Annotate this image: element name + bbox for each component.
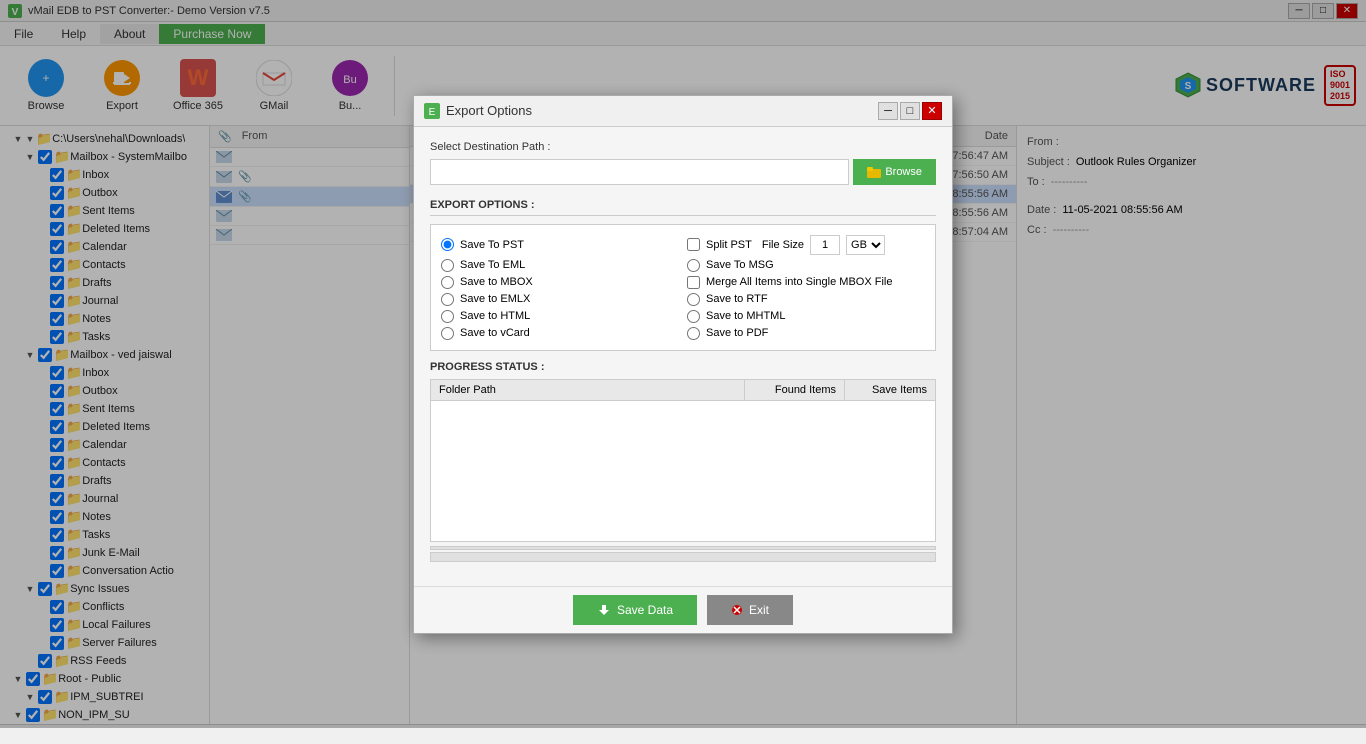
option-save-mhtml[interactable]: Save to MHTML (687, 310, 925, 323)
exit-label: Exit (749, 603, 769, 617)
option-save-pdf[interactable]: Save to PDF (687, 327, 925, 340)
destination-path-input[interactable] (430, 159, 849, 185)
export-icon: E (424, 103, 440, 119)
option-save-emlx[interactable]: Save to EMLX (441, 293, 679, 306)
progress-section: PROGRESS STATUS : Folder Path Found Item… (430, 361, 936, 562)
export-options-grid: Save To PST Split PST File Size GB MB (430, 224, 936, 351)
progress-table: Folder Path Found Items Save Items (430, 379, 936, 542)
checkbox-merge-mbox[interactable] (687, 276, 700, 289)
modal-maximize-button[interactable]: □ (900, 102, 920, 120)
export-options-section: EXPORT OPTIONS : Save To PST Split PST F… (430, 199, 936, 351)
save-items-header: Save Items (845, 380, 935, 400)
radio-save-pst[interactable] (441, 238, 454, 251)
modal-window-controls[interactable]: ─ □ ✕ (878, 102, 942, 120)
split-pst-option: Split PST File Size GB MB (687, 235, 925, 255)
folder-path-header: Folder Path (431, 380, 745, 400)
radio-save-pdf[interactable] (687, 327, 700, 340)
option-merge-mbox[interactable]: Merge All Items into Single MBOX File (687, 276, 925, 289)
option-save-mbox[interactable]: Save to MBOX (441, 276, 679, 289)
file-size-unit-select[interactable]: GB MB (846, 235, 885, 255)
radio-save-vcard[interactable] (441, 327, 454, 340)
folder-icon (867, 166, 881, 178)
modal-close-button[interactable]: ✕ (922, 102, 942, 120)
path-row: Browse (430, 159, 936, 185)
modal-body: Select Destination Path : Browse EXPORT … (414, 127, 952, 586)
option-save-vcard[interactable]: Save to vCard (441, 327, 679, 340)
modal-footer: Save Data Exit (414, 586, 952, 633)
progress-table-header: Folder Path Found Items Save Items (431, 380, 935, 401)
checkbox-split-pst[interactable] (687, 238, 700, 251)
option-save-pst[interactable]: Save To PST (441, 235, 679, 255)
option-save-msg[interactable]: Save To MSG (687, 259, 925, 272)
exit-button[interactable]: Exit (707, 595, 793, 625)
modal-title: E Export Options (424, 103, 532, 119)
destination-label: Select Destination Path : (430, 141, 936, 153)
radio-save-mhtml[interactable] (687, 310, 700, 323)
radio-save-eml[interactable] (441, 259, 454, 272)
save-data-label: Save Data (617, 603, 673, 617)
found-items-header: Found Items (745, 380, 845, 400)
svg-text:E: E (429, 107, 436, 118)
destination-browse-button[interactable]: Browse (853, 159, 936, 185)
option-save-eml[interactable]: Save To EML (441, 259, 679, 272)
save-data-button[interactable]: Save Data (573, 595, 697, 625)
radio-save-msg[interactable] (687, 259, 700, 272)
export-options-dialog: E Export Options ─ □ ✕ Select Destinatio… (413, 95, 953, 634)
radio-save-rtf[interactable] (687, 293, 700, 306)
progress-body (431, 401, 935, 541)
progress-label: PROGRESS STATUS : (430, 361, 936, 373)
radio-save-mbox[interactable] (441, 276, 454, 289)
option-save-rtf[interactable]: Save to RTF (687, 293, 925, 306)
radio-save-html[interactable] (441, 310, 454, 323)
modal-minimize-button[interactable]: ─ (878, 102, 898, 120)
radio-save-emlx[interactable] (441, 293, 454, 306)
modal-title-bar: E Export Options ─ □ ✕ (414, 96, 952, 127)
file-size-input[interactable] (810, 235, 840, 255)
export-options-label: EXPORT OPTIONS : (430, 199, 936, 216)
modal-overlay: E Export Options ─ □ ✕ Select Destinatio… (0, 0, 1366, 728)
option-save-html[interactable]: Save to HTML (441, 310, 679, 323)
exit-icon (731, 604, 743, 616)
save-icon (597, 603, 611, 617)
